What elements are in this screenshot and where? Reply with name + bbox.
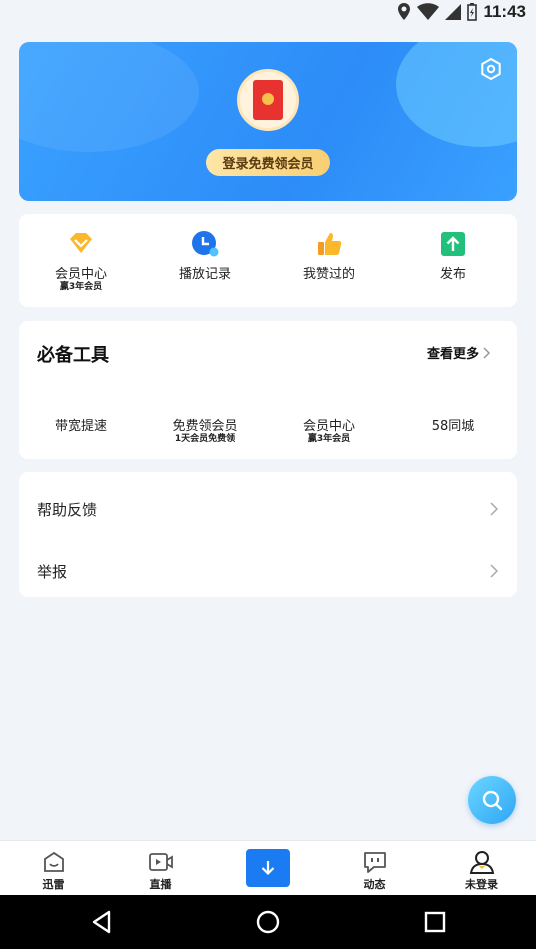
quick-item-play-history[interactable]: 播放记录: [143, 229, 267, 282]
menu-item-help-feedback[interactable]: 帮助反馈: [19, 478, 517, 540]
nav-tab-download[interactable]: [246, 849, 290, 887]
quick-item-label: 会员中心: [54, 267, 107, 282]
view-more-label: 查看更多: [427, 347, 480, 362]
quick-item-vip-center[interactable]: 会员中心 赢3年会员: [19, 229, 143, 292]
home-circle-icon[interactable]: [255, 909, 281, 935]
chevron-right-icon: [483, 346, 491, 359]
chevron-right-icon: [490, 564, 499, 578]
download-icon: [261, 861, 275, 876]
login-free-vip-button[interactable]: 登录免费领会员: [206, 149, 330, 176]
diamond-icon: [70, 233, 92, 253]
back-icon[interactable]: [89, 909, 115, 935]
nav-tab-live[interactable]: 直播: [107, 849, 214, 892]
search-icon: [482, 790, 503, 811]
wifi-icon: [417, 3, 440, 20]
view-more-link[interactable]: 查看更多: [427, 343, 491, 362]
battery-icon: [467, 3, 478, 21]
recents-square-icon[interactable]: [422, 909, 448, 935]
menu-item-report[interactable]: 举报: [19, 540, 517, 602]
cell-signal-icon: [445, 4, 462, 20]
bottom-navigation: 迅雷 直播 动态 未登录: [0, 840, 536, 895]
quick-item-publish[interactable]: 发布: [391, 229, 515, 282]
avatar[interactable]: [237, 69, 299, 131]
nav-tab-account[interactable]: 未登录: [428, 849, 535, 892]
nav-label: 迅雷: [42, 878, 65, 891]
upload-icon: [441, 232, 465, 256]
quick-item-liked[interactable]: 我赞过的: [267, 229, 391, 282]
tool-free-vip[interactable]: 免费领会员 1天会员免费领: [143, 415, 267, 444]
tool-sub: 赢3年会员: [307, 434, 351, 444]
user-icon: [469, 851, 494, 874]
tool-label: 58同城: [431, 419, 475, 434]
tool-vip-center[interactable]: 会员中心 赢3年会员: [267, 415, 391, 444]
tool-sub: 1天会员免费领: [174, 434, 236, 444]
tool-58-city[interactable]: 58同城: [391, 415, 515, 434]
quick-actions-card: 会员中心 赢3年会员 播放记录 我赞过的 发布: [19, 214, 517, 307]
tool-label: 免费领会员: [172, 419, 238, 434]
menu-card: 帮助反馈 举报: [19, 472, 517, 597]
quick-item-label: 发布: [439, 267, 466, 282]
home-icon: [43, 851, 64, 872]
tool-label: 带宽提速: [54, 419, 107, 434]
settings-hexagon-icon[interactable]: [479, 57, 503, 81]
nav-label: 动态: [363, 878, 386, 891]
nav-tab-xunlei[interactable]: 迅雷: [0, 849, 107, 892]
history-clock-icon: [192, 231, 219, 257]
essential-tools-card: 必备工具 查看更多 带宽提速 免费领会员 1天会员免费领 会员中心 赢3年会员 …: [19, 321, 517, 459]
status-bar: 11:43: [0, 0, 536, 24]
tool-bandwidth-boost[interactable]: 带宽提速: [19, 415, 143, 434]
section-title: 必备工具: [37, 345, 109, 366]
quick-item-sub: 赢3年会员: [59, 282, 103, 292]
floating-search-button[interactable]: [468, 776, 516, 824]
tool-label: 会员中心: [302, 419, 355, 434]
status-time: 11:43: [483, 2, 526, 21]
message-icon: [363, 852, 386, 873]
system-navigation-bar: [0, 895, 536, 949]
quick-item-label: 播放记录: [178, 267, 231, 282]
red-envelope-icon: [253, 80, 283, 120]
menu-item-label: 举报: [37, 562, 68, 581]
location-icon: [398, 3, 411, 20]
banner-decoration: [19, 42, 199, 152]
menu-item-label: 帮助反馈: [37, 500, 98, 519]
nav-label: 未登录: [465, 878, 498, 891]
chevron-right-icon: [490, 502, 499, 516]
nav-label: 直播: [149, 878, 172, 891]
nav-tab-feed[interactable]: 动态: [321, 849, 428, 892]
live-video-icon: [148, 853, 173, 871]
thumbs-up-icon: [318, 233, 342, 255]
profile-banner: 登录免费领会员: [19, 42, 517, 201]
quick-item-label: 我赞过的: [302, 267, 355, 282]
